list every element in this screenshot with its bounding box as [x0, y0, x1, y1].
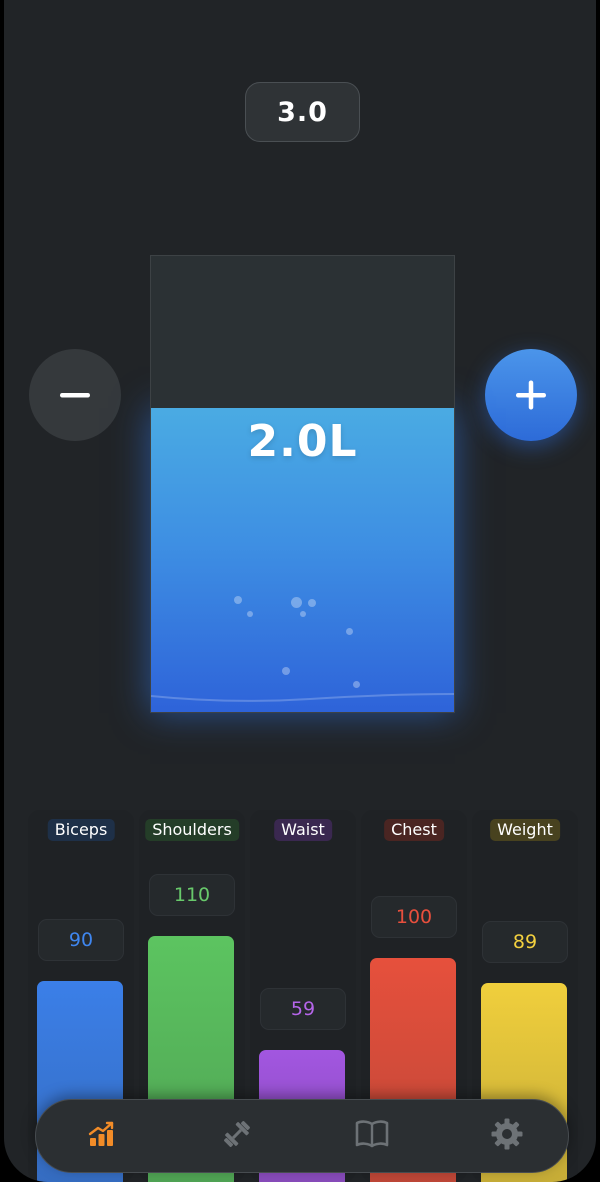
stat-label-biceps: Biceps: [47, 819, 115, 841]
stat-label-weight: Weight: [490, 819, 560, 841]
stat-value-shoulders: 110: [149, 874, 235, 916]
stats-chart-icon: [87, 1119, 117, 1153]
bubble: [346, 628, 353, 635]
bubble: [353, 681, 360, 688]
bubble: [234, 596, 242, 604]
water-amount-label: 2.0L: [247, 416, 358, 467]
water-wave: [151, 693, 454, 702]
minus-icon: [59, 379, 91, 411]
increase-water-button[interactable]: [485, 349, 577, 441]
water-fill: 2.0L: [151, 408, 454, 712]
app-screen: 3.0 2.0L Biceps 90 Shoulders 110 Waist 5…: [4, 0, 596, 1182]
gear-icon: [490, 1117, 524, 1155]
plus-icon: [514, 378, 548, 412]
tab-settings[interactable]: [467, 1100, 547, 1172]
stat-value-biceps: 90: [38, 919, 124, 961]
dumbbell-icon: [220, 1117, 254, 1155]
water-tank: 2.0L: [150, 255, 455, 713]
bubble: [308, 599, 316, 607]
book-icon: [354, 1118, 390, 1154]
stat-label-waist: Waist: [274, 819, 332, 841]
bubble: [282, 667, 290, 675]
tab-progress[interactable]: [62, 1100, 142, 1172]
stat-value-waist: 59: [260, 988, 346, 1030]
bottom-tab-bar: [35, 1099, 569, 1173]
stat-value-weight: 89: [482, 921, 568, 963]
stat-label-shoulders: Shoulders: [145, 819, 239, 841]
stat-label-chest: Chest: [384, 819, 444, 841]
daily-goal-pill[interactable]: 3.0: [245, 82, 360, 142]
bubble: [300, 611, 306, 617]
decrease-water-button[interactable]: [29, 349, 121, 441]
stat-value-chest: 100: [371, 896, 457, 938]
bubble: [247, 611, 253, 617]
daily-goal-value: 3.0: [277, 96, 328, 128]
tab-journal[interactable]: [332, 1100, 412, 1172]
tab-workouts[interactable]: [197, 1100, 277, 1172]
bubble: [291, 597, 302, 608]
